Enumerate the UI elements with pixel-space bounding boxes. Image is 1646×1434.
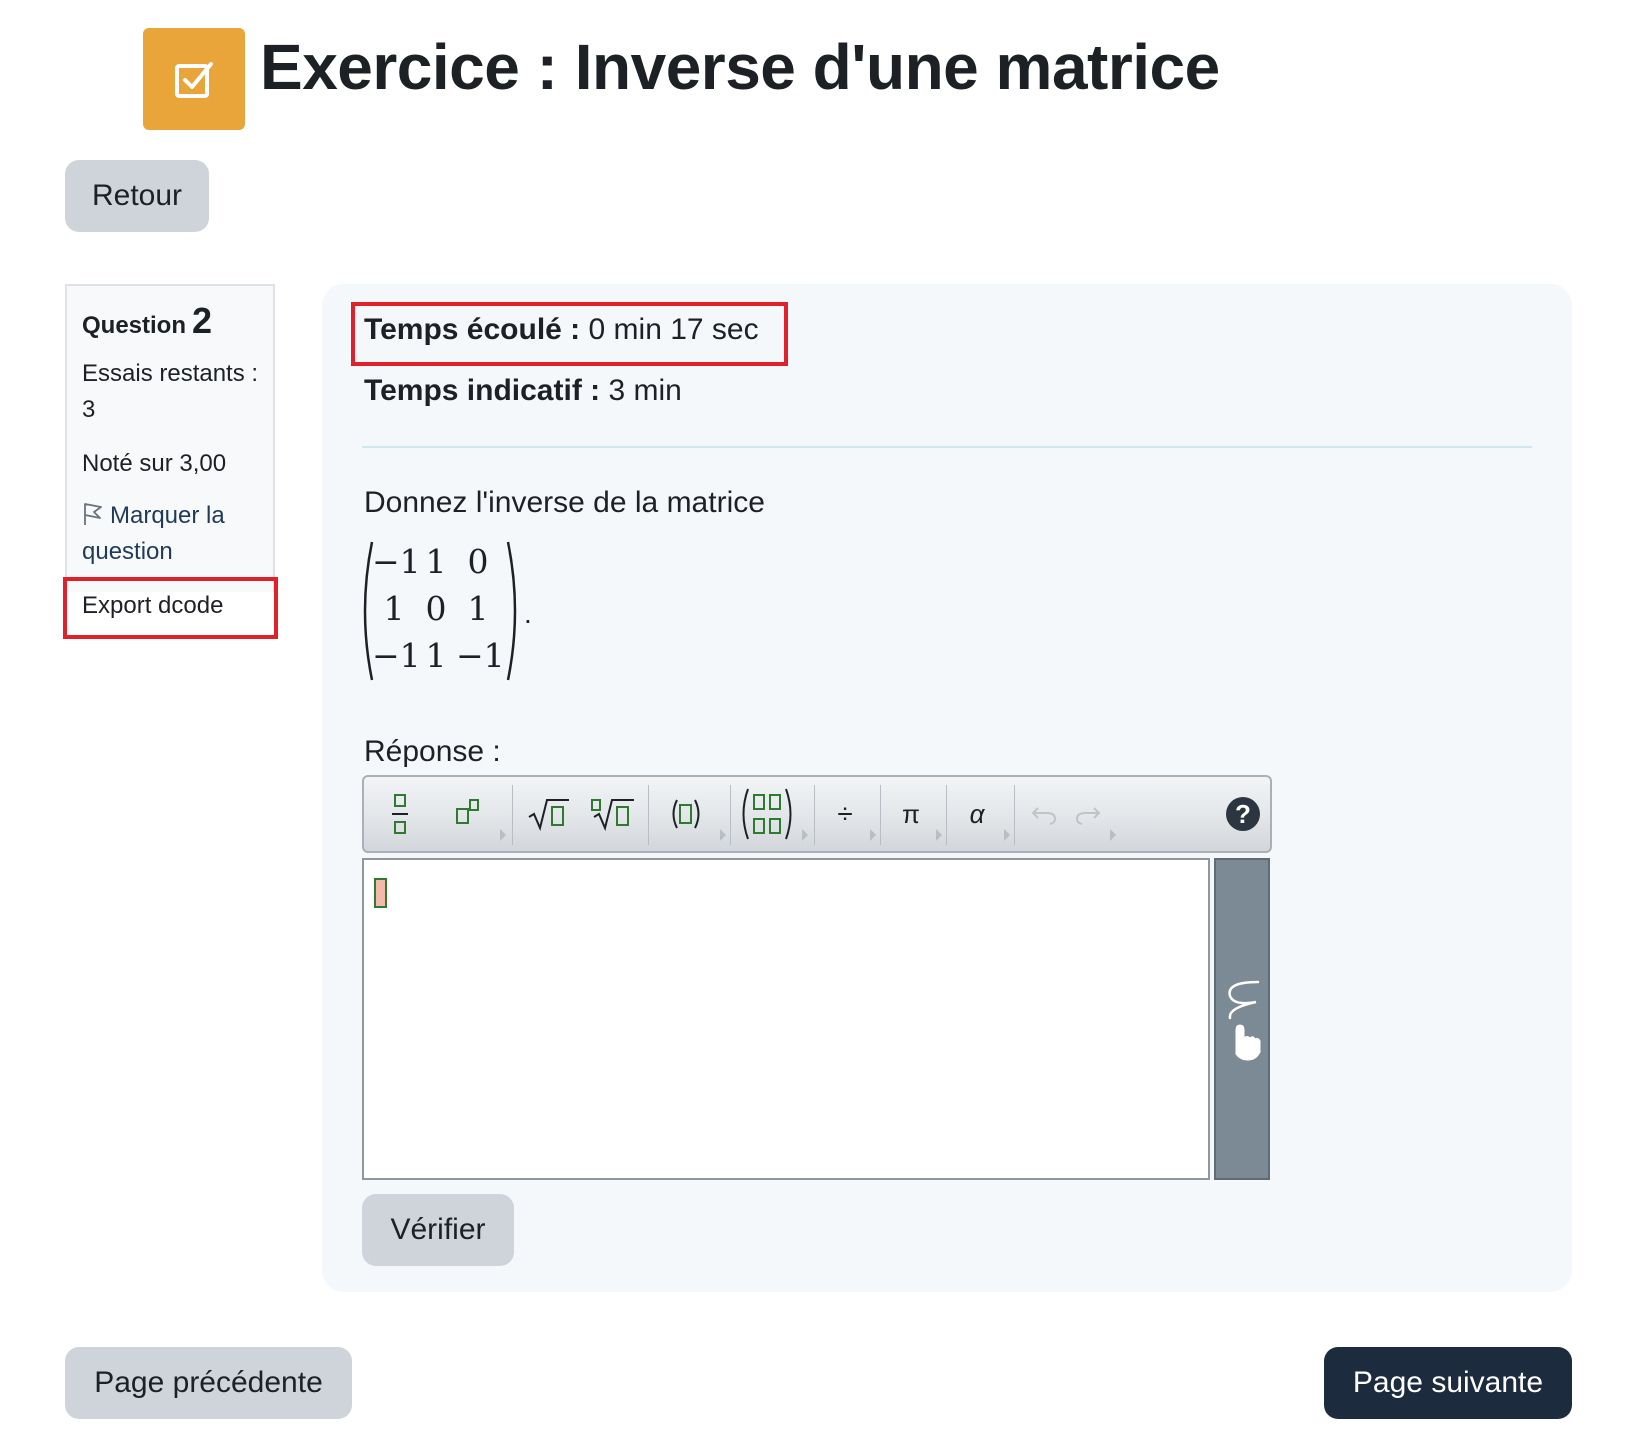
pi-icon[interactable]: π [886,777,936,851]
indicative-time-value: 3 min [608,374,682,407]
marks-info: Noté sur 3,00 [82,450,227,477]
checkbox-icon [175,62,213,98]
matrix-cell: 0 [467,542,489,581]
indicative-time: Temps indicatif : 3 min [364,374,682,408]
matrix: −1 1 0 1 0 1 −1 1 −1 . [358,540,558,682]
matrix-period: . [524,598,532,629]
matrix-cell: 1 [425,542,447,581]
matrix-cell: 0 [425,589,447,628]
export-dcode-link[interactable]: Export dcode [82,588,223,624]
page-title: Exercice : Inverse d'une matrice [260,31,1220,103]
answer-label: Réponse : [364,735,501,768]
handwriting-toggle[interactable] [1214,858,1270,1180]
help-icon[interactable]: ? [1226,797,1260,831]
matrix-cell: 1 [383,589,405,628]
question-prompt: Donnez l'inverse de la matrice [364,486,765,519]
question-number: Question 2 [82,300,212,342]
alpha-icon[interactable]: α [952,777,1002,851]
elapsed-time: Temps écoulé : 0 min 17 sec [364,313,759,347]
divide-icon[interactable]: ÷ [820,777,870,851]
superscript-icon[interactable] [440,777,498,851]
matrix-cell: −1 [372,636,421,675]
sqrt-icon[interactable] [518,777,580,851]
input-cursor-placeholder [374,878,387,908]
nth-root-icon[interactable] [582,777,644,851]
flag-question-link[interactable]: Marquer la question [82,498,262,570]
fraction-icon[interactable] [370,777,430,851]
matrix-right-paren [506,541,517,681]
question-word: Question [82,312,187,339]
divider [362,446,1532,448]
matrix-cell: −1 [372,542,421,581]
matrix-cell: −1 [456,636,505,675]
matrix-icon[interactable] [734,777,800,851]
previous-page-button[interactable]: Page précédente [65,1347,352,1419]
matrix-cell: 1 [425,636,447,675]
indicative-time-label: Temps indicatif : [364,374,601,407]
back-button[interactable]: Retour [65,160,209,232]
elapsed-time-value: 0 min 17 sec [588,313,759,346]
math-input-field[interactable] [362,858,1210,1180]
handwriting-icon [1228,980,1261,1061]
question-number-value: 2 [192,300,213,341]
matrix-cell: 1 [467,589,489,628]
parentheses-icon[interactable] [654,777,718,851]
attempts-remaining: Essais restants : 3 [82,360,259,423]
next-page-button[interactable]: Page suivante [1324,1347,1572,1419]
activity-icon [143,28,245,130]
check-button[interactable]: Vérifier [362,1194,514,1266]
redo-icon[interactable] [1068,777,1108,851]
math-toolbar: ÷ π α ? [362,775,1272,853]
flag-icon [84,503,102,525]
undo-icon[interactable] [1024,777,1064,851]
elapsed-time-label: Temps écoulé : [364,313,581,346]
